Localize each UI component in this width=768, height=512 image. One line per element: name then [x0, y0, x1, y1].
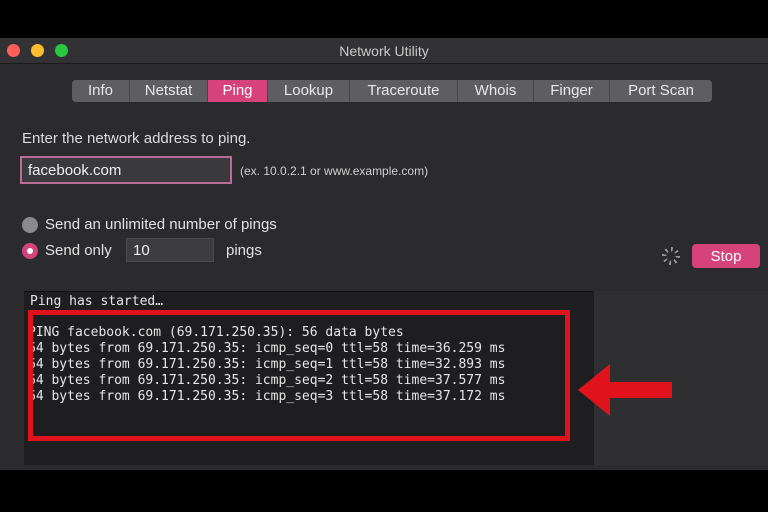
tab-finger[interactable]: Finger [534, 80, 610, 102]
address-prompt-label: Enter the network address to ping. [22, 130, 251, 147]
tab-ping[interactable]: Ping [208, 80, 268, 102]
address-input[interactable] [20, 156, 232, 184]
output-status-line: Ping has started… [30, 294, 164, 309]
unlimited-pings-label: Send an unlimited number of pings [45, 216, 277, 233]
tab-lookup[interactable]: Lookup [268, 80, 350, 102]
unlimited-pings-radio[interactable] [22, 217, 38, 233]
send-only-label: Send only [45, 242, 112, 259]
tab-whois[interactable]: Whois [458, 80, 534, 102]
tab-traceroute[interactable]: Traceroute [350, 80, 458, 102]
output-line: PING facebook.com (69.171.250.35): 56 da… [28, 325, 404, 340]
activity-spinner-icon [662, 247, 680, 265]
pings-unit-label: pings [226, 242, 262, 259]
output-line: 64 bytes from 69.171.250.35: icmp_seq=1 … [28, 357, 506, 372]
output-line: 64 bytes from 69.171.250.35: icmp_seq=2 … [28, 373, 506, 388]
tab-port-scan[interactable]: Port Scan [610, 80, 712, 102]
window-title: Network Utility [339, 43, 429, 59]
ping-count-input[interactable] [126, 238, 214, 262]
left-arrow-icon [578, 364, 672, 416]
output-line: 64 bytes from 69.171.250.35: icmp_seq=0 … [28, 341, 506, 356]
ping-output-area[interactable]: Ping has started… PING facebook.com (69.… [24, 291, 594, 465]
stop-button[interactable]: Stop [692, 244, 760, 268]
tab-netstat[interactable]: Netstat [130, 80, 208, 102]
send-only-radio[interactable] [22, 243, 38, 259]
output-line: 64 bytes from 69.171.250.35: icmp_seq=3 … [28, 389, 506, 404]
tab-info[interactable]: Info [72, 80, 130, 102]
title-bar: Network Utility [0, 38, 768, 64]
address-hint: (ex. 10.0.2.1 or www.example.com) [240, 164, 429, 178]
tab-bar: Info Netstat Ping Lookup Traceroute Whoi… [72, 80, 712, 102]
